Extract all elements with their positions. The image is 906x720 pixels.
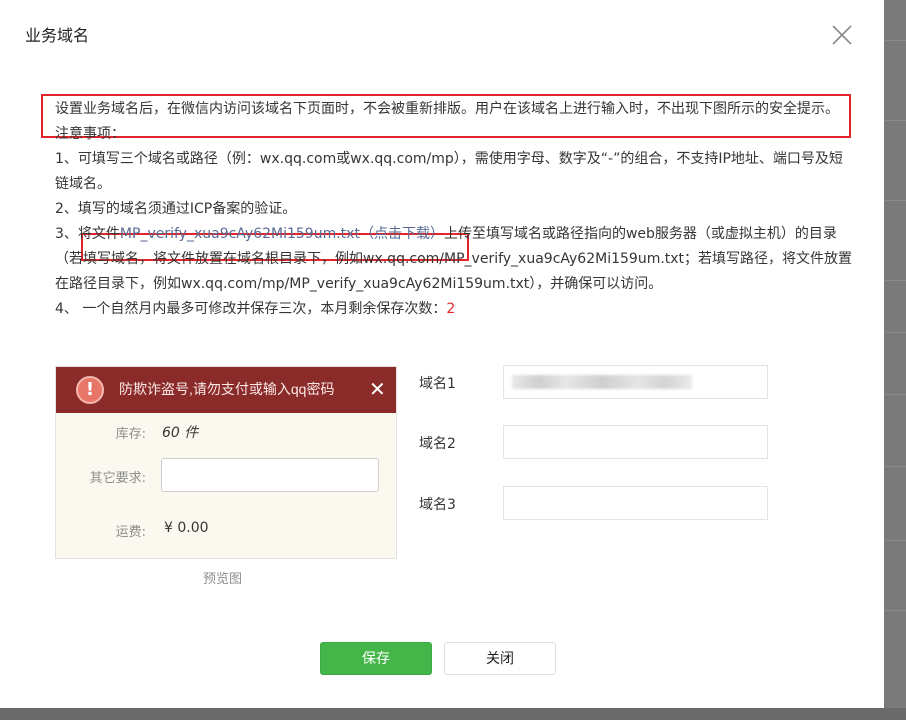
notice-item-3: 3、将文件MP_verify_xua9cAy62Mi159um.txt（点击下载… — [55, 222, 855, 297]
security-warning-bar: ! 防欺诈盗号,请勿支付或输入qq密码 ✕ — [56, 367, 396, 413]
notice-item-2: 2、填写的域名须通过ICP备案的验证。 — [55, 201, 297, 217]
item3-file-prefix: 将文件 — [77, 226, 120, 242]
intro-text: 设置业务域名后，在微信内访问该域名下页面时，不会被重新排版。用户在该域名上进行输… — [55, 101, 839, 117]
preview-image: ! 防欺诈盗号,请勿支付或输入qq密码 ✕ 库存: 60 件 其它要求: 运费:… — [55, 366, 397, 559]
item4-text: 4、 一个自然月内最多可修改并保存三次，本月剩余保存次数： — [55, 301, 447, 317]
domain-3-label: 域名3 — [419, 497, 456, 513]
item3-prefix: 3、 — [55, 226, 78, 242]
shipping-value: ¥ 0.00 — [164, 520, 209, 536]
other-requirements-input — [161, 458, 379, 492]
backdrop-right — [884, 0, 906, 720]
notice-content: 设置业务域名后，在微信内访问该域名下页面时，不会被重新排版。用户在该域名上进行输… — [55, 97, 855, 322]
download-verify-file-link[interactable]: MP_verify_xua9cAy62Mi159um.txt（点击下载） — [120, 226, 444, 242]
domain-2-input[interactable] — [503, 425, 768, 459]
shipping-label: 运费: — [115, 525, 146, 540]
dialog-title: 业务域名 — [25, 26, 90, 45]
warning-close-icon: ✕ — [369, 377, 386, 401]
exclamation-icon: ! — [76, 376, 104, 404]
redacted-domain-value — [512, 375, 692, 389]
remaining-save-count: 2 — [446, 301, 456, 317]
stock-label: 库存: — [115, 427, 146, 442]
backdrop-bottom — [0, 708, 906, 720]
domain-2-label: 域名2 — [419, 436, 456, 452]
domain-3-input[interactable] — [503, 486, 768, 520]
notice-item-4: 4、 一个自然月内最多可修改并保存三次，本月剩余保存次数：2 — [55, 297, 855, 322]
save-button[interactable]: 保存 — [320, 642, 432, 675]
domain-1-input[interactable] — [503, 365, 768, 399]
preview-caption: 预览图 — [203, 572, 243, 587]
other-requirements-label: 其它要求: — [89, 471, 146, 486]
stock-value: 60 件 — [162, 425, 199, 441]
close-button[interactable]: 关闭 — [444, 642, 556, 675]
domain-1-label: 域名1 — [419, 376, 456, 392]
business-domain-dialog: 业务域名 设置业务域名后，在微信内访问该域名下页面时，不会被重新排版。用户在该域… — [0, 0, 884, 708]
close-icon[interactable] — [828, 21, 856, 49]
notice-heading: 注意事项： — [55, 126, 125, 142]
notice-item-1: 1、可填写三个域名或路径（例：wx.qq.com或wx.qq.com/mp），需… — [55, 151, 843, 192]
warning-text: 防欺诈盗号,请勿支付或输入qq密码 — [119, 381, 335, 397]
